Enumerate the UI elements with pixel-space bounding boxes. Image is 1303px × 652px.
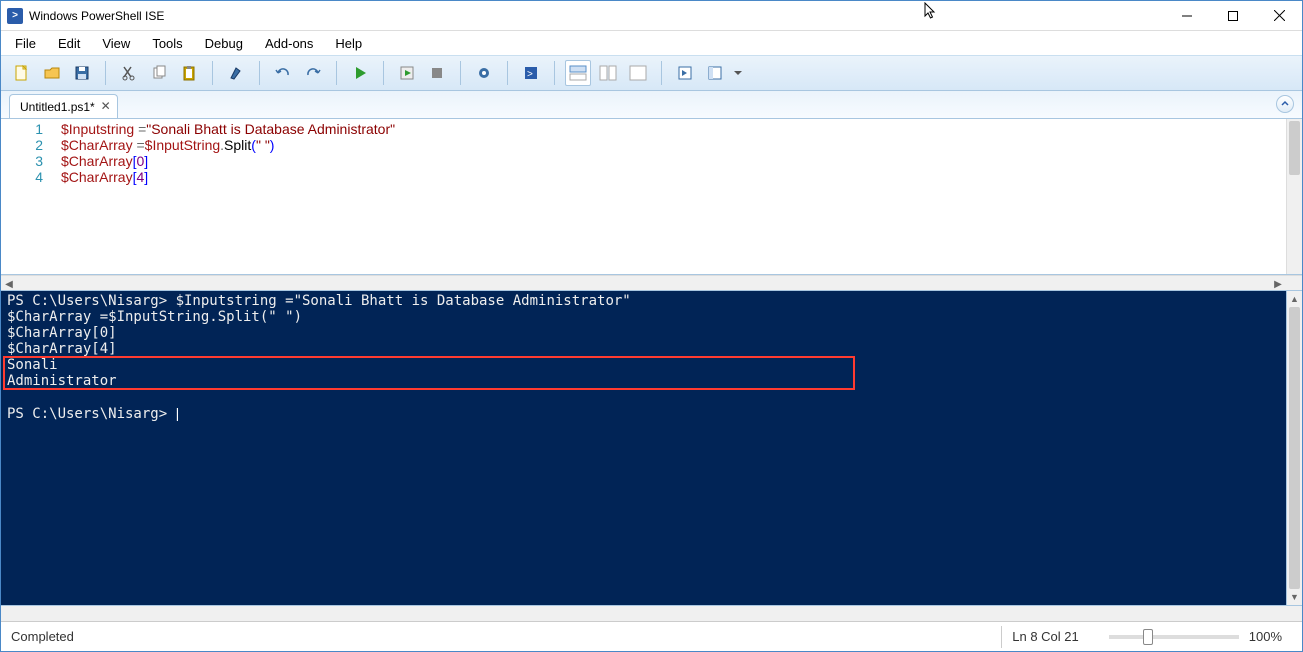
title-bar: > Windows PowerShell ISE	[1, 1, 1302, 31]
minimize-button[interactable]	[1164, 1, 1210, 31]
tab-untitled1[interactable]: Untitled1.ps1* ✕	[9, 94, 118, 118]
paste-button[interactable]	[176, 60, 202, 86]
line-number: 1	[1, 121, 43, 137]
run-selection-button[interactable]	[394, 60, 420, 86]
console-hscrollbar[interactable]	[1, 605, 1302, 621]
new-button[interactable]	[9, 60, 35, 86]
copy-button[interactable]	[146, 60, 172, 86]
cursor-position: Ln 8 Col 21	[1001, 626, 1089, 648]
separator	[661, 61, 662, 85]
window-title: Windows PowerShell ISE	[29, 9, 164, 23]
line-number: 4	[1, 169, 43, 185]
collapse-script-pane-button[interactable]	[1276, 95, 1294, 113]
console-pane[interactable]: PS C:\Users\Nisarg> $Inputstring ="Sonal…	[1, 291, 1302, 605]
menu-view[interactable]: View	[92, 33, 140, 54]
menu-tools[interactable]: Tools	[142, 33, 192, 54]
zoom-value: 100%	[1249, 629, 1282, 644]
stop-button[interactable]	[424, 60, 450, 86]
save-button[interactable]	[69, 60, 95, 86]
show-addon-button[interactable]	[702, 60, 728, 86]
script-editor[interactable]: 1 2 3 4 $Inputstring ="Sonali Bhatt is D…	[1, 119, 1302, 275]
separator	[212, 61, 213, 85]
status-text: Completed	[11, 629, 74, 644]
pane-top-button[interactable]	[565, 60, 591, 86]
pane-max-button[interactable]	[625, 60, 651, 86]
app-icon: >	[7, 8, 23, 24]
separator	[336, 61, 337, 85]
zoom-slider[interactable]	[1109, 635, 1239, 639]
code-body[interactable]: $Inputstring ="Sonali Bhatt is Database …	[57, 119, 1286, 274]
cut-button[interactable]	[116, 60, 142, 86]
line-gutter: 1 2 3 4	[1, 119, 57, 274]
redo-button[interactable]	[300, 60, 326, 86]
maximize-button[interactable]	[1210, 1, 1256, 31]
separator	[259, 61, 260, 85]
menu-debug[interactable]: Debug	[195, 33, 253, 54]
console-body[interactable]: PS C:\Users\Nisarg> $Inputstring ="Sonal…	[1, 291, 1286, 605]
tab-strip: Untitled1.ps1* ✕	[1, 91, 1302, 119]
close-button[interactable]	[1256, 1, 1302, 31]
line-number: 2	[1, 137, 43, 153]
menu-help[interactable]: Help	[325, 33, 372, 54]
line-number: 3	[1, 153, 43, 169]
pane-right-button[interactable]	[595, 60, 621, 86]
tab-label: Untitled1.ps1*	[20, 100, 95, 114]
separator	[383, 61, 384, 85]
separator	[460, 61, 461, 85]
clear-button[interactable]	[223, 60, 249, 86]
separator	[105, 61, 106, 85]
menu-addons[interactable]: Add-ons	[255, 33, 323, 54]
zoom-control[interactable]: 100%	[1089, 626, 1292, 648]
toolbar: >	[1, 55, 1302, 91]
svg-text:>: >	[527, 69, 533, 80]
menu-edit[interactable]: Edit	[48, 33, 90, 54]
show-command-button[interactable]	[672, 60, 698, 86]
undo-button[interactable]	[270, 60, 296, 86]
separator	[554, 61, 555, 85]
editor-vscrollbar[interactable]	[1286, 119, 1302, 274]
open-button[interactable]	[39, 60, 65, 86]
tab-close-icon[interactable]: ✕	[101, 99, 111, 113]
menu-file[interactable]: File	[5, 33, 46, 54]
status-bar: Completed Ln 8 Col 21 100%	[1, 621, 1302, 651]
console-vscrollbar[interactable]: ▲ ▼	[1286, 291, 1302, 605]
run-button[interactable]	[347, 60, 373, 86]
editor-hscrollbar[interactable]: ◀▶	[1, 275, 1302, 291]
output-highlight	[3, 356, 855, 390]
menu-bar: File Edit View Tools Debug Add-ons Help	[1, 31, 1302, 55]
new-remote-button[interactable]: >	[518, 60, 544, 86]
toolbar-overflow[interactable]	[732, 60, 744, 86]
separator	[507, 61, 508, 85]
breakpoint-button[interactable]	[471, 60, 497, 86]
